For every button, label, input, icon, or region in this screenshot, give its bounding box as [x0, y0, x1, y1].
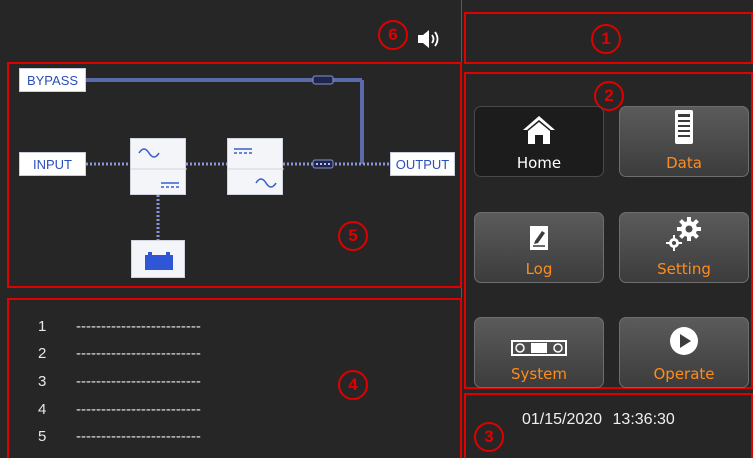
row-text: ------------------------- [76, 401, 201, 418]
home-label: Home [516, 154, 562, 172]
system-icon [511, 340, 567, 361]
row-number: 2 [38, 345, 47, 362]
data-icon [674, 109, 694, 150]
row-number: 3 [38, 373, 47, 390]
system-label: System [511, 365, 567, 383]
setting-label: Setting [657, 260, 711, 278]
row-text: ------------------------- [76, 345, 201, 362]
row-text: ------------------------- [76, 373, 201, 390]
log-row: 2 ------------------------- [38, 345, 201, 362]
row-number: 5 [38, 428, 47, 445]
log-label: Log [525, 260, 553, 278]
log-button[interactable]: Log [474, 212, 604, 283]
log-row: 5 ------------------------- [38, 428, 201, 445]
log-row: 1 ------------------------- [38, 318, 201, 335]
operate-label: Operate [653, 365, 715, 383]
gear-icon [665, 217, 703, 256]
flow-diagram: BYPASS INPUT OUTPUT [0, 0, 462, 290]
log-row: 4 ------------------------- [38, 401, 201, 418]
callout-4: 4 [338, 370, 368, 400]
data-label: Data [666, 154, 702, 172]
bypass-label: BYPASS [19, 68, 86, 92]
row-text: ------------------------- [76, 428, 201, 445]
home-button[interactable]: Home [474, 106, 604, 177]
setting-button[interactable]: Setting [619, 212, 749, 283]
play-icon [669, 326, 699, 361]
input-label: INPUT [19, 152, 86, 176]
row-number: 4 [38, 401, 47, 418]
inverter-icon [227, 138, 284, 195]
callout-5: 5 [338, 221, 368, 251]
row-text: ------------------------- [76, 318, 201, 335]
callout-1: 1 [591, 24, 621, 54]
datetime-display: 01/15/2020 13:36:30 [522, 411, 675, 428]
output-label: OUTPUT [390, 152, 455, 176]
callout-3: 3 [474, 422, 504, 452]
rectifier-icon [130, 138, 187, 195]
row-number: 1 [38, 318, 47, 335]
log-icon [529, 225, 549, 256]
data-button[interactable]: Data [619, 106, 749, 177]
operate-button[interactable]: Operate [619, 317, 749, 388]
battery-icon [131, 240, 185, 278]
log-row: 3 ------------------------- [38, 373, 201, 390]
system-button[interactable]: System [474, 317, 604, 388]
home-icon [522, 115, 556, 150]
